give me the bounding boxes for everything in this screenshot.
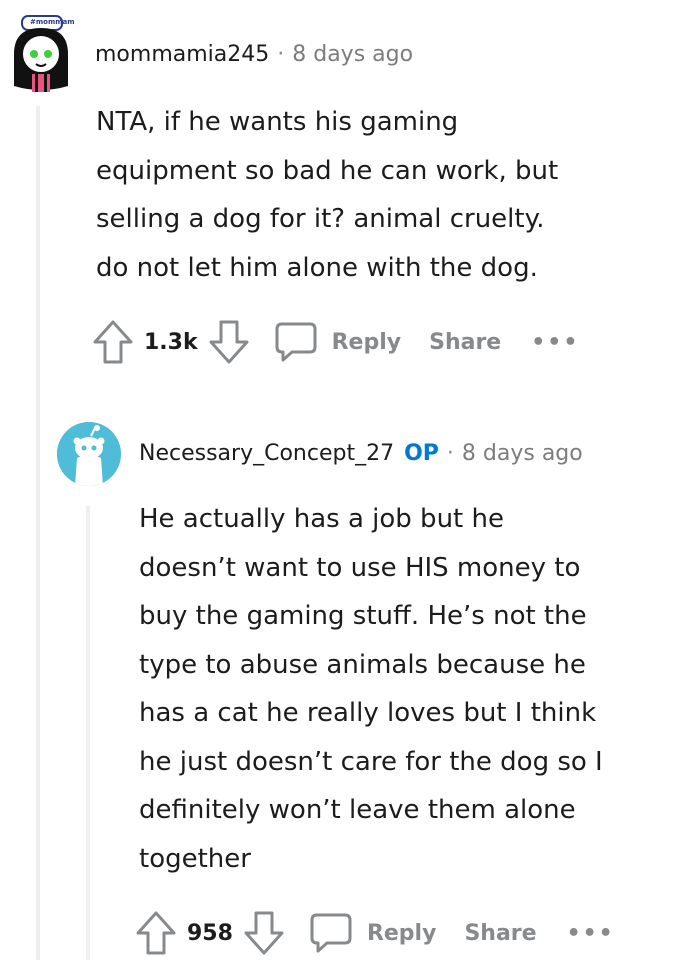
comment-body: NTA, if he wants his gaming equipment so… — [96, 98, 558, 292]
avatar-illustration — [14, 15, 68, 92]
comment-line: has a cat he really loves but I think — [139, 698, 597, 728]
user-avatar[interactable]: #mommamia — [8, 14, 74, 94]
comment-icon — [310, 913, 352, 953]
share-button[interactable]: Share — [429, 330, 501, 355]
comment-line: together — [139, 843, 251, 874]
meta-separator: · — [446, 441, 454, 466]
timestamp[interactable]: 8 days ago — [292, 42, 413, 67]
comment-line: He actually has a job but he — [139, 504, 504, 534]
avatar-badge-text: #mommamia — [30, 18, 74, 26]
op-badge: OP — [404, 441, 439, 466]
more-options-button[interactable]: ••• — [567, 921, 615, 946]
downvote-icon — [209, 320, 249, 364]
username-link[interactable]: mommamia245 — [95, 42, 269, 67]
meta-separator: · — [277, 42, 285, 67]
upvote-icon — [136, 911, 176, 955]
vote-count: 958 — [187, 920, 233, 946]
comment-line: equipment so bad he can work, but — [96, 155, 559, 186]
comment-line: selling a dog for it? animal cruelty. — [96, 204, 545, 234]
reply-button[interactable]: Reply — [274, 320, 402, 364]
comment-line: he just doesn’t care for the dog so I — [139, 746, 603, 777]
upvote-icon — [93, 320, 133, 364]
comment-line: doesn’t want to use HIS money to — [139, 552, 581, 583]
downvote-button[interactable] — [243, 910, 285, 956]
snoo-avatar-icon — [57, 422, 121, 486]
comment-line: type to abuse animals because he — [139, 649, 586, 680]
thread-line-1[interactable] — [36, 106, 40, 960]
timestamp[interactable]: 8 days ago — [462, 441, 583, 466]
comment-body: He actually has a job but he doesn’t wan… — [139, 495, 603, 883]
vote-count: 1.3k — [144, 329, 198, 355]
comment-actions: 958 Reply Share ••• — [135, 910, 615, 956]
comment-actions: 1.3k Reply Share ••• — [92, 319, 579, 365]
downvote-icon — [244, 911, 284, 955]
reply-button[interactable]: Reply — [309, 911, 437, 955]
downvote-button[interactable] — [208, 319, 250, 365]
comment-line: NTA, if he wants his gaming — [96, 107, 459, 137]
comment-meta: mommamia245 · 8 days ago — [95, 42, 413, 67]
comment-line: buy the gaming stuff. He’s not the — [139, 601, 587, 631]
reply-label: Reply — [366, 920, 437, 946]
user-avatar[interactable] — [57, 422, 121, 486]
comment-line: definitely won’t leave them alone — [139, 795, 576, 825]
comment-icon — [275, 322, 317, 362]
upvote-button[interactable] — [135, 910, 177, 956]
comment-line: do not let him alone with the dog. — [96, 252, 538, 283]
more-options-button[interactable]: ••• — [531, 330, 579, 355]
username-link[interactable]: Necessary_Concept_27 — [139, 441, 394, 466]
upvote-button[interactable] — [92, 319, 134, 365]
reply-label: Reply — [331, 329, 402, 355]
comment-meta: Necessary_Concept_27 OP · 8 days ago — [139, 441, 583, 466]
thread-line-2[interactable] — [86, 506, 90, 960]
share-button[interactable]: Share — [464, 921, 536, 946]
